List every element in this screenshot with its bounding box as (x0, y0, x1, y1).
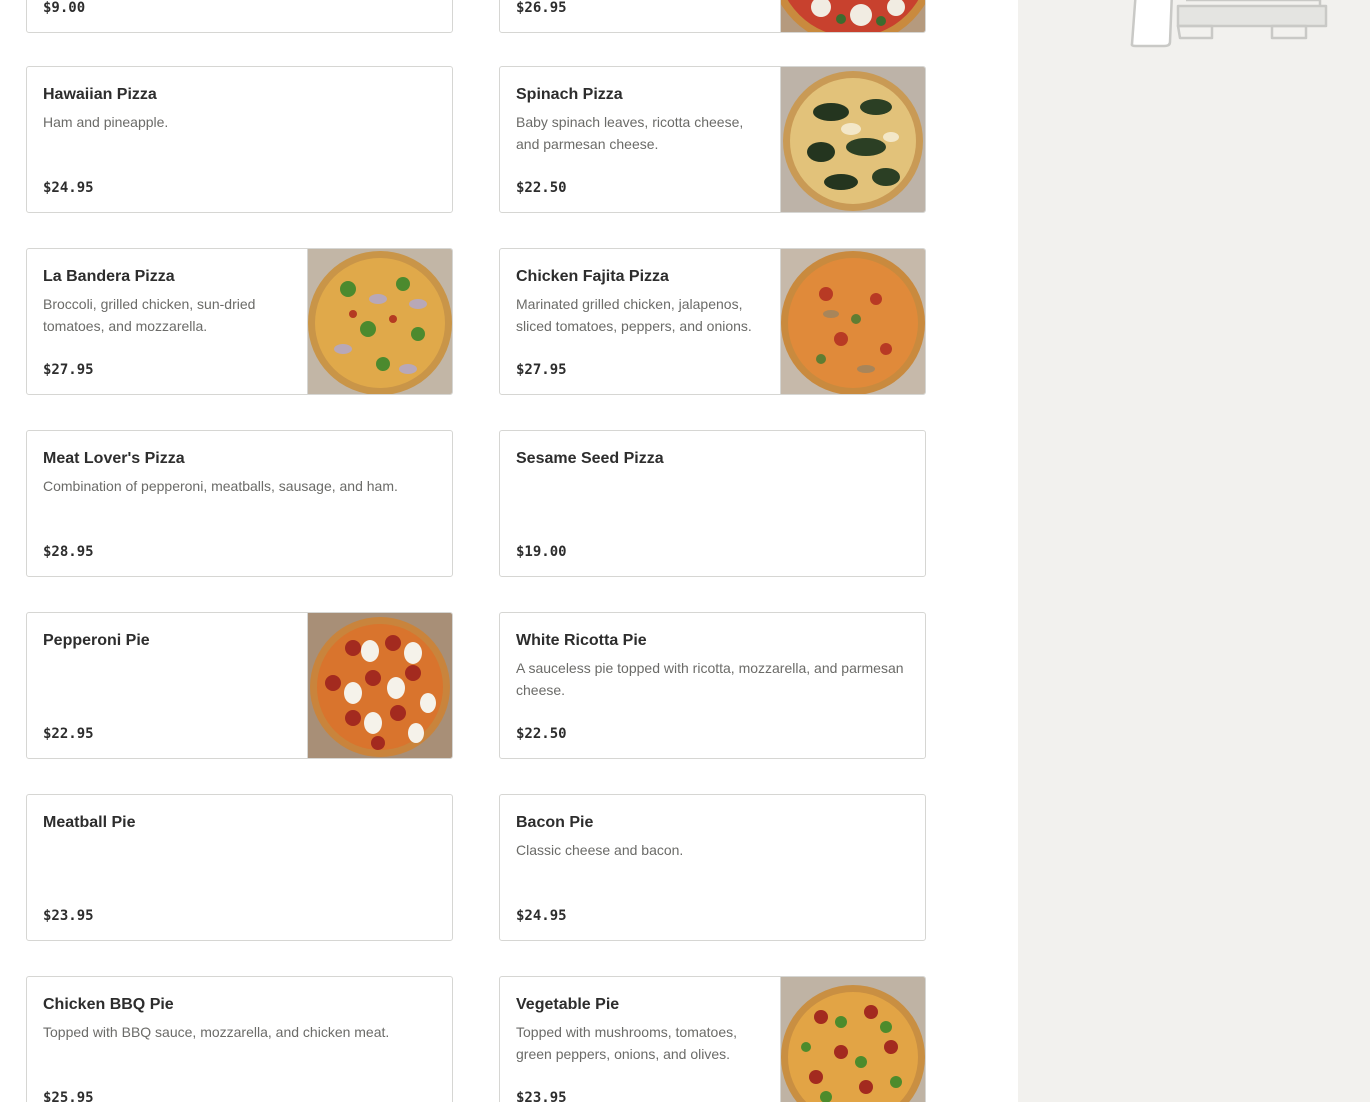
menu-item-description: Ham and pineapple. (43, 114, 169, 130)
pepperoni-pie-photo (307, 613, 452, 758)
menu-item-price: $22.50 (516, 726, 567, 742)
menu-item-card[interactable]: White Ricotta Pie A sauceless pie topped… (499, 612, 926, 759)
menu-item-description: Marinated grilled chicken, jalapenos, sl… (516, 296, 752, 334)
menu-item-description: Combination of pepperoni, meatballs, sau… (43, 478, 398, 494)
menu-item-price: $22.50 (516, 180, 567, 196)
menu-item-price: $24.95 (516, 908, 567, 924)
menu-list: $9.00 $26.95 Hawaiian Pizza Ham and pine… (0, 0, 1018, 1102)
menu-item-text (43, 0, 436, 32)
la-bandera-pizza-photo (307, 249, 452, 394)
menu-item-price: $19.00 (516, 544, 567, 560)
spinach-pizza-photo (780, 67, 925, 212)
menu-item-text: White Ricotta Pie A sauceless pie topped… (516, 631, 909, 758)
menu-item-text: Vegetable Pie Topped with mushrooms, tom… (516, 995, 765, 1102)
menu-item-card[interactable]: $9.00 (26, 0, 453, 33)
menu-item-card[interactable]: Pepperoni Pie $22.95 (26, 612, 453, 759)
menu-item-text: Bacon Pie Classic cheese and bacon. (516, 813, 909, 940)
menu-item-description: Classic cheese and bacon. (516, 842, 684, 858)
menu-item-card[interactable]: Hawaiian Pizza Ham and pineapple. $24.95 (26, 66, 453, 213)
menu-item-name: Bacon Pie (516, 814, 594, 831)
menu-item-text: Chicken BBQ Pie Topped with BBQ sauce, m… (43, 995, 436, 1102)
menu-item-text: Meatball Pie (43, 813, 436, 940)
menu-item-card[interactable]: Vegetable Pie Topped with mushrooms, tom… (499, 976, 926, 1102)
menu-item-price: $22.95 (43, 726, 94, 742)
menu-item-name: Pepperoni Pie (43, 632, 150, 649)
empty-bag-illustration (1126, 0, 1346, 50)
menu-item-name: Vegetable Pie (516, 996, 620, 1013)
menu-item-card[interactable]: Chicken Fajita Pizza Marinated grilled c… (499, 248, 926, 395)
menu-item-price: $23.95 (43, 908, 94, 924)
menu-item-price: $28.95 (43, 544, 94, 560)
menu-item-card[interactable]: Chicken BBQ Pie Topped with BBQ sauce, m… (26, 976, 453, 1102)
menu-item-name: White Ricotta Pie (516, 632, 647, 649)
page: $9.00 $26.95 Hawaiian Pizza Ham and pine… (0, 0, 1370, 1102)
menu-item-price: $25.95 (43, 1090, 94, 1102)
menu-item-price: $23.95 (516, 1090, 567, 1102)
order-sidebar (1018, 0, 1370, 1102)
menu-item-description: Topped with mushrooms, tomatoes, green p… (516, 1024, 737, 1062)
menu-item-card[interactable]: Meat Lover's Pizza Combination of pepper… (26, 430, 453, 577)
menu-item-name: Chicken Fajita Pizza (516, 268, 669, 285)
menu-item-text: Meat Lover's Pizza Combination of pepper… (43, 449, 436, 576)
menu-item-description: Topped with BBQ sauce, mozzarella, and c… (43, 1024, 390, 1040)
menu-item-name: Meat Lover's Pizza (43, 450, 185, 467)
menu-item-card[interactable]: Meatball Pie $23.95 (26, 794, 453, 941)
menu-item-card[interactable]: $26.95 (499, 0, 926, 33)
menu-item-name: Spinach Pizza (516, 86, 623, 103)
menu-item-name: Chicken BBQ Pie (43, 996, 174, 1013)
menu-item-price: $27.95 (43, 362, 94, 378)
chicken-fajita-pizza-photo (780, 249, 925, 394)
menu-item-description: A sauceless pie topped with ricotta, moz… (516, 660, 904, 698)
margherita-pizza-photo (780, 0, 925, 32)
menu-item-name: Meatball Pie (43, 814, 136, 831)
menu-item-name: Sesame Seed Pizza (516, 450, 664, 467)
menu-item-price: $9.00 (43, 0, 86, 16)
menu-item-text: Hawaiian Pizza Ham and pineapple. (43, 85, 436, 212)
menu-item-card[interactable]: La Bandera Pizza Broccoli, grilled chick… (26, 248, 453, 395)
menu-item-text: Sesame Seed Pizza (516, 449, 909, 576)
menu-item-description: Baby spinach leaves, ricotta cheese, and… (516, 114, 744, 152)
menu-item-name: Hawaiian Pizza (43, 86, 157, 103)
menu-item-price: $26.95 (516, 0, 567, 16)
vegetable-pie-photo (780, 977, 925, 1102)
menu-item-name: La Bandera Pizza (43, 268, 175, 285)
menu-item-card[interactable]: Sesame Seed Pizza $19.00 (499, 430, 926, 577)
menu-item-price: $24.95 (43, 180, 94, 196)
menu-item-description: Broccoli, grilled chicken, sun-dried tom… (43, 296, 256, 334)
menu-item-card[interactable]: Bacon Pie Classic cheese and bacon. $24.… (499, 794, 926, 941)
menu-item-card[interactable]: Spinach Pizza Baby spinach leaves, ricot… (499, 66, 926, 213)
menu-item-price: $27.95 (516, 362, 567, 378)
